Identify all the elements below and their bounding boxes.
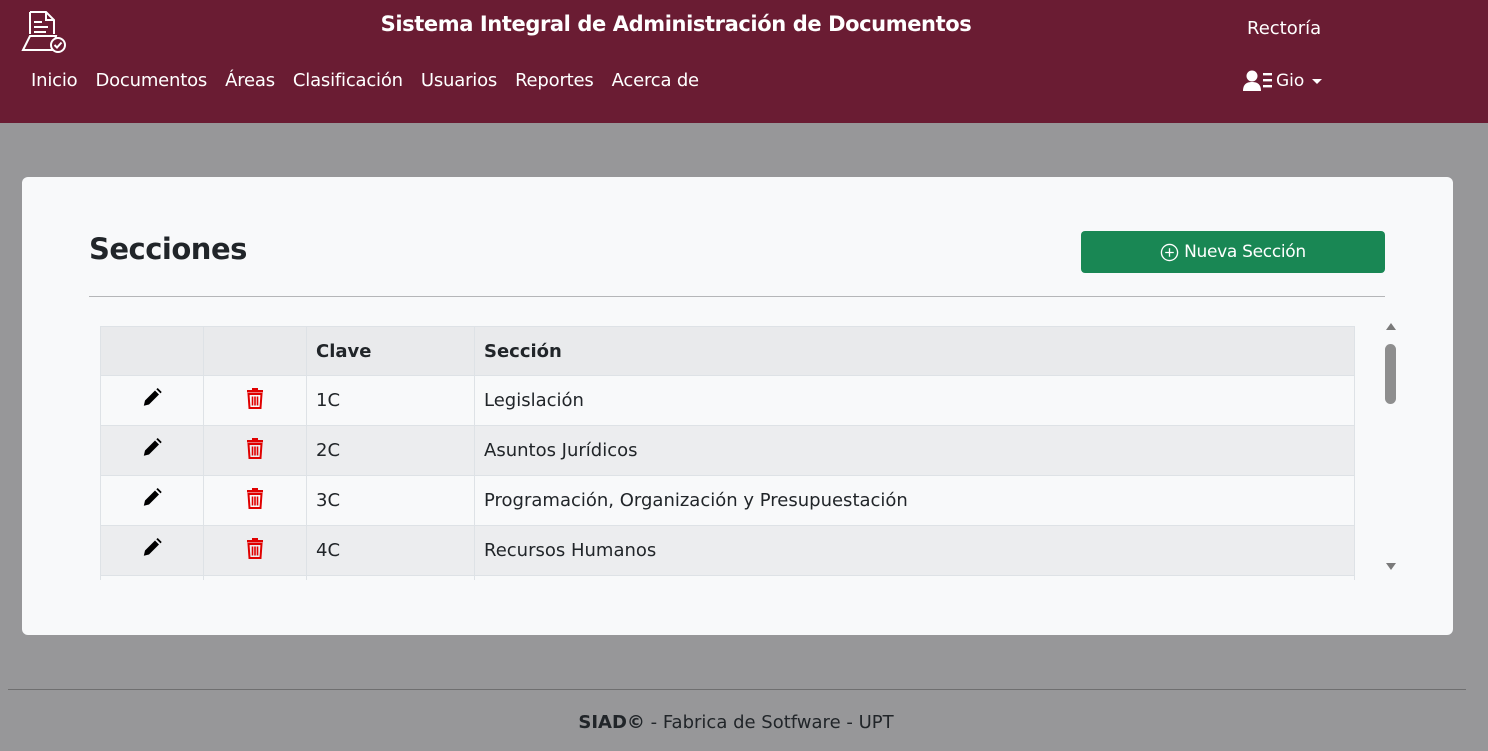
header-clave: Clave — [306, 326, 475, 376]
seccion-cell — [474, 575, 1355, 580]
pencil-icon[interactable] — [141, 538, 163, 558]
delete-cell[interactable] — [203, 575, 307, 580]
new-section-button[interactable]: Nueva Sección — [1081, 231, 1385, 273]
seccion-cell: Asuntos Jurídicos — [474, 425, 1355, 476]
edit-cell[interactable] — [100, 575, 204, 580]
top-navbar: Sistema Integral de Administración de Do… — [0, 0, 1488, 123]
edit-cell[interactable] — [100, 475, 204, 526]
new-section-label: Nueva Sección — [1184, 242, 1306, 262]
trash-icon[interactable] — [246, 437, 264, 459]
trash-icon[interactable] — [246, 537, 264, 559]
title-divider — [89, 296, 1385, 297]
header-seccion: Sección — [474, 326, 1355, 376]
table-scrollbar[interactable] — [1383, 320, 1399, 580]
clave-cell: 4C — [306, 525, 475, 576]
footer-divider — [8, 689, 1466, 690]
scroll-up-arrow-icon[interactable] — [1386, 323, 1396, 330]
pencil-icon[interactable] — [141, 438, 163, 458]
nav-clasificacion[interactable]: Clasificación — [293, 70, 403, 91]
user-name: Gio — [1276, 71, 1305, 91]
footer-text: - Fabrica de Sotfware - UPT — [644, 712, 894, 733]
sections-table: Clave Sección 1C Legislación 2C Asuntos … — [100, 326, 1355, 580]
delete-cell[interactable] — [203, 375, 307, 426]
table-row: 2C Asuntos Jurídicos — [100, 425, 1355, 476]
table-row: 3C Programación, Organización y Presupue… — [100, 475, 1355, 526]
seccion-cell: Programación, Organización y Presupuesta… — [474, 475, 1355, 526]
scrollbar-thumb[interactable] — [1385, 344, 1396, 404]
trash-icon[interactable] — [246, 487, 264, 509]
scroll-down-arrow-icon[interactable] — [1386, 563, 1396, 570]
nav-documentos[interactable]: Documentos — [95, 70, 207, 91]
trash-icon[interactable] — [246, 387, 264, 409]
chevron-down-icon — [1312, 78, 1323, 84]
header-edit — [100, 326, 204, 376]
table-row: 1C Legislación — [100, 375, 1355, 426]
page-title: Secciones — [89, 232, 247, 266]
user-menu-dropdown[interactable]: Gio — [1243, 70, 1323, 92]
nav-inicio[interactable]: Inicio — [31, 70, 78, 91]
delete-cell[interactable] — [203, 425, 307, 476]
user-list-icon — [1243, 70, 1272, 91]
nav-usuarios[interactable]: Usuarios — [421, 70, 497, 91]
delete-cell[interactable] — [203, 525, 307, 576]
delete-cell[interactable] — [203, 475, 307, 526]
clave-cell: 2C — [306, 425, 475, 476]
nav-areas[interactable]: Áreas — [225, 70, 275, 91]
nav-reportes[interactable]: Reportes — [515, 70, 594, 91]
seccion-cell: Recursos Humanos — [474, 525, 1355, 576]
main-nav: Inicio Documentos Áreas Clasificación Us… — [31, 70, 717, 91]
edit-cell[interactable] — [100, 425, 204, 476]
clave-cell — [306, 575, 475, 580]
plus-circle-icon — [1160, 243, 1179, 261]
table-row: 4C Recursos Humanos — [100, 525, 1355, 576]
edit-cell[interactable] — [100, 375, 204, 426]
app-title: Sistema Integral de Administración de Do… — [380, 12, 972, 36]
table-header-row: Clave Sección — [100, 326, 1355, 376]
pencil-icon[interactable] — [141, 488, 163, 508]
clave-cell: 1C — [306, 375, 475, 426]
sections-table-container[interactable]: Clave Sección 1C Legislación 2C Asuntos … — [100, 326, 1355, 580]
edit-cell[interactable] — [100, 525, 204, 576]
seccion-cell: Legislación — [474, 375, 1355, 426]
nav-acerca-de[interactable]: Acerca de — [612, 70, 700, 91]
pencil-icon[interactable] — [141, 388, 163, 408]
table-row — [100, 575, 1355, 580]
org-name: Rectoría — [1247, 18, 1322, 39]
header-delete — [203, 326, 307, 376]
sections-card: Secciones Nueva Sección Clave Sección 1C… — [22, 177, 1453, 635]
footer: SIAD© - Fabrica de Sotfware - UPT — [0, 712, 1472, 733]
footer-brand: SIAD© — [578, 712, 645, 733]
clave-cell: 3C — [306, 475, 475, 526]
